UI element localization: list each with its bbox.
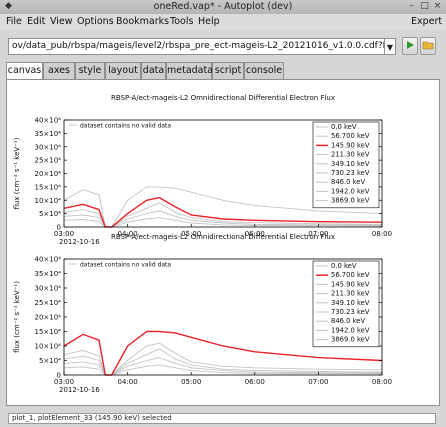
folder-icon xyxy=(422,41,434,50)
legend-entry: 846.0 keV xyxy=(331,178,365,186)
y-tick-label: 40×10⁴ xyxy=(35,256,62,264)
legend-entry: 145.90 keV xyxy=(331,141,370,149)
x-tick-label: 07:00 xyxy=(308,378,328,386)
menu-help[interactable]: Help xyxy=(198,16,220,27)
tab-console[interactable]: console xyxy=(244,62,284,79)
y-tick-label: 20×10⁴ xyxy=(35,314,62,322)
legend-entry: 349.10 keV xyxy=(331,160,370,168)
plot-title: RBSP-A/ect-mageis-L2 Omnidirectional Dif… xyxy=(111,94,335,102)
minimize-icon[interactable]: – xyxy=(407,2,416,11)
window-title: oneRed.vap* - Autoplot (dev) xyxy=(153,1,293,12)
plot-panel-1: RBSP-A/ect-mageis-L2 Omnidirectional Dif… xyxy=(13,94,392,246)
y-tick-label: 10×10⁴ xyxy=(35,197,62,205)
y-tick-label: 25×10⁴ xyxy=(35,299,62,307)
tab-metadata[interactable]: metadata xyxy=(166,62,213,79)
x-tick-label: 03:00 xyxy=(54,378,74,386)
menu-file[interactable]: File xyxy=(6,16,22,27)
menu-edit[interactable]: Edit xyxy=(27,16,45,27)
legend-entry: 730.23 keV xyxy=(331,169,370,177)
y-tick-label: 5×10⁴ xyxy=(39,357,61,365)
y-tick-label: 15×10⁴ xyxy=(35,183,62,191)
url-dropdown-icon[interactable]: ▼ xyxy=(384,38,396,55)
tab-canvas[interactable]: canvas xyxy=(6,62,43,80)
y-tick-label: 5×10⁴ xyxy=(39,210,61,218)
x-tick-label: 05:00 xyxy=(181,378,201,386)
menu-options[interactable]: Options xyxy=(77,16,114,27)
legend-entry: 0.0 keV xyxy=(331,123,357,131)
y-tick-label: 20×10⁴ xyxy=(35,170,62,178)
menu-tools[interactable]: Tools xyxy=(170,16,193,27)
plot-title: RBSP-A/ect-mageis-L2 Omnidirectional Dif… xyxy=(111,233,335,241)
url-input[interactable]: ov/data_pub/rbspa/mageis/level2/rbspa_pr… xyxy=(8,38,396,55)
tab-data[interactable]: data xyxy=(141,62,166,79)
plot-panel-2: RBSP-A/ect-mageis-L2 Omnidirectional Dif… xyxy=(13,233,392,394)
legend-entry: 730.23 keV xyxy=(331,308,370,316)
close-icon[interactable]: × xyxy=(433,2,442,11)
legend-entry: 211.30 keV xyxy=(331,151,370,159)
annotation-text: dataset contains no valid data xyxy=(80,123,171,130)
plot-canvas[interactable]: RBSP-A/ect-mageis-L2 Omnidirectional Dif… xyxy=(7,80,439,405)
legend-entry: 846.0 keV xyxy=(331,317,365,325)
annotation-text: dataset contains no valid data xyxy=(80,262,171,269)
title-bar: ◆ oneRed.vap* - Autoplot (dev) – □ × xyxy=(0,0,446,15)
tab-axes[interactable]: axes xyxy=(43,62,75,79)
go-button[interactable] xyxy=(402,37,418,55)
legend-entry: 1942.0 keV xyxy=(331,187,370,195)
menu-expert[interactable]: Expert xyxy=(411,16,442,27)
y-axis-label: flux (cm⁻² s⁻¹ keV⁻¹) xyxy=(13,281,21,353)
play-icon xyxy=(407,41,414,49)
tab-script[interactable]: script xyxy=(212,62,244,79)
legend-entry: 145.90 keV xyxy=(331,280,370,288)
y-tick-label: 35×10⁴ xyxy=(35,270,62,278)
x-tick-label: 08:00 xyxy=(372,230,392,238)
x-date-label: 2012-10-16 xyxy=(59,386,100,394)
x-tick-label: 04:00 xyxy=(118,378,138,386)
legend-entry: 211.30 keV xyxy=(331,290,370,298)
legend-entry: 56.700 keV xyxy=(331,132,370,140)
y-tick-label: 35×10⁴ xyxy=(35,130,62,138)
menu-view[interactable]: View xyxy=(50,16,73,27)
x-tick-label: 06:00 xyxy=(245,378,265,386)
x-date-label: 2012-10-16 xyxy=(59,238,100,246)
tab-layout[interactable]: layout xyxy=(105,62,141,79)
maximize-icon[interactable]: □ xyxy=(420,2,429,11)
x-tick-label: 03:00 xyxy=(54,230,74,238)
y-tick-label: 30×10⁴ xyxy=(35,285,62,293)
menu-bookmarks[interactable]: Bookmarks xyxy=(116,16,169,27)
y-tick-label: 10×10⁴ xyxy=(35,343,62,351)
y-axis-label: flux (cm⁻² s⁻¹ keV⁻¹) xyxy=(13,137,21,209)
status-bar: plot_1, plotElement_33 (145.90 keV) sele… xyxy=(8,413,436,424)
y-tick-label: 25×10⁴ xyxy=(35,157,62,165)
legend-entry: 0.0 keV xyxy=(331,262,357,270)
y-tick-label: 30×10⁴ xyxy=(35,143,62,151)
y-tick-label: 40×10⁴ xyxy=(35,117,62,125)
canvas-panel[interactable]: RBSP-A/ect-mageis-L2 Omnidirectional Dif… xyxy=(6,79,440,406)
legend-entry: 56.700 keV xyxy=(331,271,370,279)
legend-entry: 1942.0 keV xyxy=(331,326,370,334)
y-tick-label: 15×10⁴ xyxy=(35,328,62,336)
menu-bar: File Edit View Options Bookmarks Tools H… xyxy=(0,14,446,30)
x-tick-label: 08:00 xyxy=(372,378,392,386)
browse-button[interactable] xyxy=(420,37,436,55)
series-line xyxy=(63,348,383,376)
tab-style[interactable]: style xyxy=(75,62,105,79)
legend-entry: 3869.0 keV xyxy=(331,197,370,205)
legend-entry: 349.10 keV xyxy=(331,299,370,307)
legend-entry: 3869.0 keV xyxy=(331,336,370,344)
